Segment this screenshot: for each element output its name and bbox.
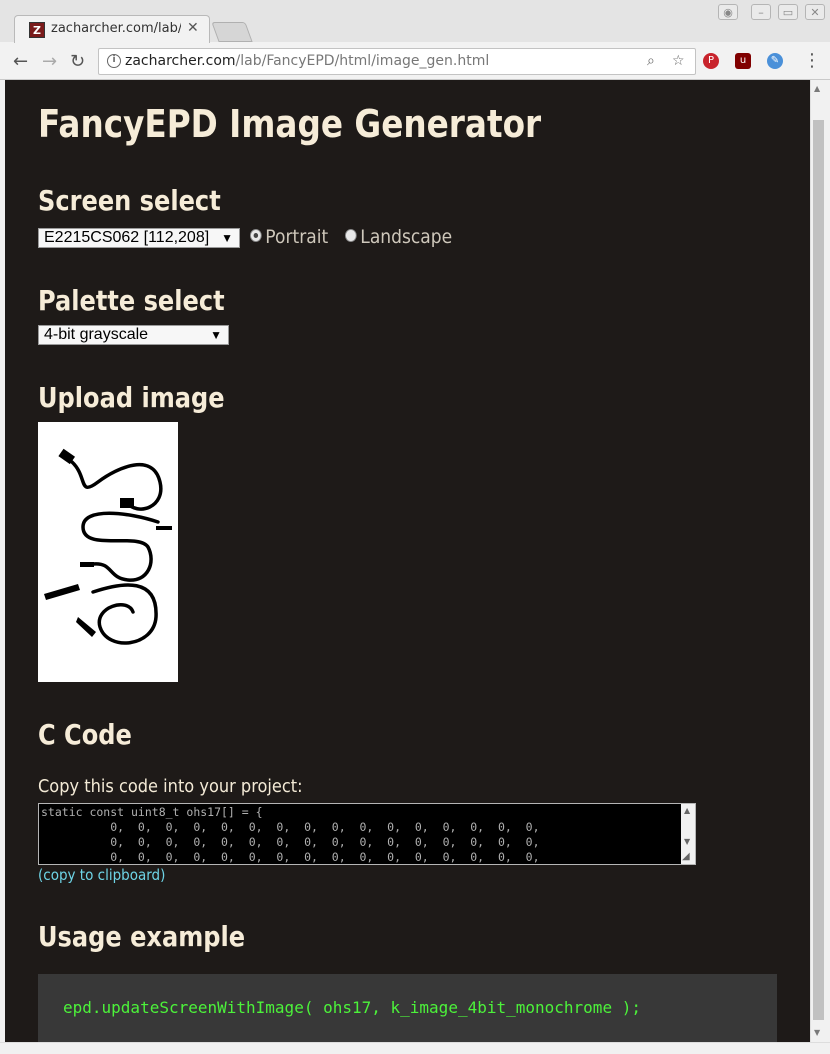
info-icon[interactable]: i bbox=[107, 54, 121, 68]
c-code-textarea[interactable]: static const uint8_t ohs17[] = { 0, 0, 0… bbox=[38, 803, 696, 865]
dropdown-arrow-icon: ▼ bbox=[210, 328, 222, 342]
resize-grip-icon[interactable]: ◢ bbox=[682, 851, 690, 862]
palette-select-dropdown[interactable]: 4-bit grayscale ▼ bbox=[38, 325, 229, 345]
scroll-down-icon[interactable]: ▼ bbox=[684, 837, 690, 846]
url-host: zacharcher.com bbox=[125, 53, 236, 69]
c-code-heading: C Code bbox=[38, 718, 132, 751]
menu-kebab-icon[interactable]: ⋮ bbox=[803, 51, 821, 71]
copy-instructions: Copy this code into your project: bbox=[38, 776, 303, 797]
browser-chrome: Z zacharcher.com/lab/ ✕ ◉ – ▭ ✕ ← → ↻ i … bbox=[0, 0, 830, 80]
usage-code-text: epd.updateScreenWithImage( ohs17, k_imag… bbox=[63, 998, 641, 1017]
browser-tab[interactable]: Z zacharcher.com/lab/ ✕ bbox=[14, 15, 210, 43]
url-path: /lab/FancyEPD/html/image_gen.html bbox=[235, 53, 490, 69]
extension-icon[interactable]: ✎ bbox=[767, 53, 783, 69]
page-viewport: FancyEPD Image Generator Screen select E… bbox=[5, 80, 810, 1042]
new-tab-button[interactable] bbox=[211, 22, 253, 42]
copy-to-clipboard-link[interactable]: (copy to clipboard) bbox=[38, 866, 165, 884]
favicon-icon: Z bbox=[29, 22, 45, 38]
ublock-icon[interactable]: u bbox=[735, 53, 751, 69]
portrait-radio[interactable]: Portrait bbox=[250, 226, 329, 248]
scroll-down-icon[interactable]: ▼ bbox=[814, 1028, 820, 1037]
profile-icon[interactable]: ◉ bbox=[718, 4, 738, 20]
pinterest-icon[interactable]: P bbox=[703, 53, 719, 69]
page-title: FancyEPD Image Generator bbox=[38, 102, 542, 146]
palette-select-heading: Palette select bbox=[38, 284, 225, 317]
forward-arrow-icon[interactable]: → bbox=[42, 52, 57, 72]
zoom-icon[interactable]: ⌕ bbox=[647, 53, 655, 69]
tab-close-icon[interactable]: ✕ bbox=[187, 20, 199, 36]
scrollbar-thumb[interactable] bbox=[813, 120, 824, 1020]
url-text: zacharcher.com/lab/FancyEPD/html/image_g… bbox=[125, 53, 489, 69]
upload-image-heading: Upload image bbox=[38, 381, 225, 414]
landscape-label: Landscape bbox=[360, 226, 453, 248]
uploaded-image-preview[interactable] bbox=[38, 422, 178, 682]
maximize-button[interactable]: ▭ bbox=[778, 4, 798, 20]
back-arrow-icon[interactable]: ← bbox=[13, 52, 28, 72]
bookmark-star-icon[interactable]: ☆ bbox=[672, 53, 685, 69]
radio-selected-icon bbox=[250, 229, 262, 242]
portrait-label: Portrait bbox=[265, 226, 329, 248]
close-window-button[interactable]: ✕ bbox=[805, 4, 825, 20]
window-bottom-edge bbox=[0, 1042, 830, 1054]
scroll-up-icon[interactable]: ▲ bbox=[814, 84, 820, 93]
landscape-radio[interactable]: Landscape bbox=[345, 226, 453, 248]
reload-icon[interactable]: ↻ bbox=[70, 52, 85, 72]
c-code-text: static const uint8_t ohs17[] = { 0, 0, 0… bbox=[41, 805, 540, 864]
address-bar[interactable]: i zacharcher.com/lab/FancyEPD/html/image… bbox=[98, 48, 696, 75]
screen-select-heading: Screen select bbox=[38, 184, 221, 217]
palette-select-value: 4-bit grayscale bbox=[44, 326, 149, 343]
tab-strip: Z zacharcher.com/lab/ ✕ ◉ – ▭ ✕ bbox=[0, 0, 830, 43]
page-scrollbar[interactable]: ▲ ▼ bbox=[810, 80, 827, 1042]
cables-illustration bbox=[44, 448, 172, 645]
screen-select-value: E2215CS062 [112,208] bbox=[44, 229, 210, 246]
tab-title: zacharcher.com/lab/ bbox=[51, 21, 181, 36]
textarea-scrollbar[interactable]: ▲ ▼ ◢ bbox=[681, 804, 695, 864]
radio-unselected-icon bbox=[345, 229, 357, 242]
dropdown-arrow-icon: ▼ bbox=[221, 231, 233, 245]
minimize-button[interactable]: – bbox=[751, 4, 771, 20]
scroll-up-icon[interactable]: ▲ bbox=[684, 806, 690, 815]
screen-select-dropdown[interactable]: E2215CS062 [112,208] ▼ bbox=[38, 228, 240, 248]
usage-example-heading: Usage example bbox=[38, 920, 246, 953]
usage-code-block: epd.updateScreenWithImage( ohs17, k_imag… bbox=[38, 974, 777, 1042]
